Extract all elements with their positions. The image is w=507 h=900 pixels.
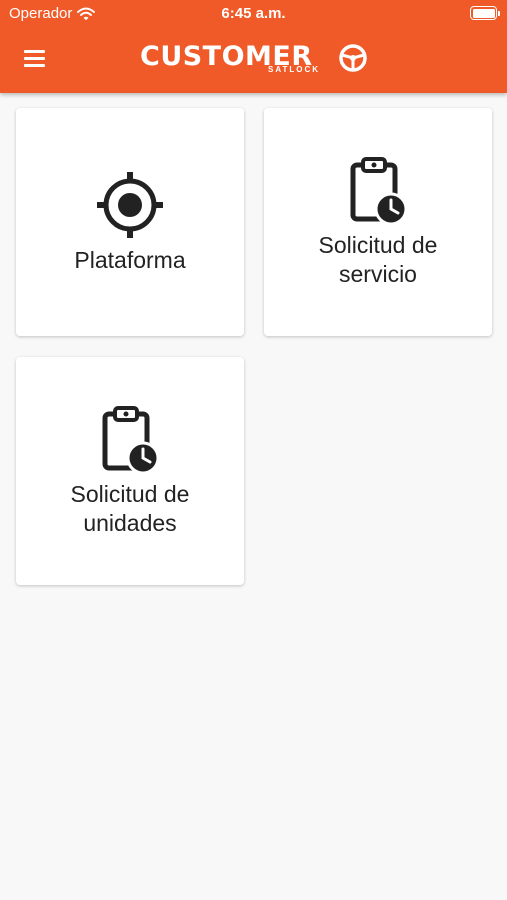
menu-icon-bar	[24, 50, 45, 53]
card-label: Plataforma	[74, 246, 186, 273]
card-solicitud-unidades[interactable]: Solicitud de unidades	[16, 357, 244, 585]
clipboard-clock-icon	[350, 157, 408, 225]
menu-button[interactable]	[22, 48, 48, 70]
menu-icon-bar	[24, 64, 45, 67]
card-label: Solicitud de unidades	[70, 481, 190, 536]
app-header: Operador 6:45 a.m. CUSTOMER SATLOCK	[0, 0, 507, 93]
status-bar: Operador 6:45 a.m.	[0, 0, 507, 28]
card-plataforma[interactable]: Plataforma	[16, 108, 244, 336]
card-solicitud-servicio[interactable]: Solicitud de servicio	[264, 108, 492, 336]
logo-subtext: SATLOCK	[268, 65, 321, 74]
clipboard-clock-icon	[102, 406, 160, 474]
customer-logo: CUSTOMER SATLOCK	[140, 40, 370, 78]
card-label: Solicitud de servicio	[318, 232, 438, 287]
steering-wheel-icon	[339, 44, 367, 72]
battery-icon	[470, 6, 500, 20]
status-time: 6:45 a.m.	[221, 5, 286, 22]
crosshair-icon	[97, 171, 163, 238]
menu-icon-bar	[24, 57, 45, 60]
